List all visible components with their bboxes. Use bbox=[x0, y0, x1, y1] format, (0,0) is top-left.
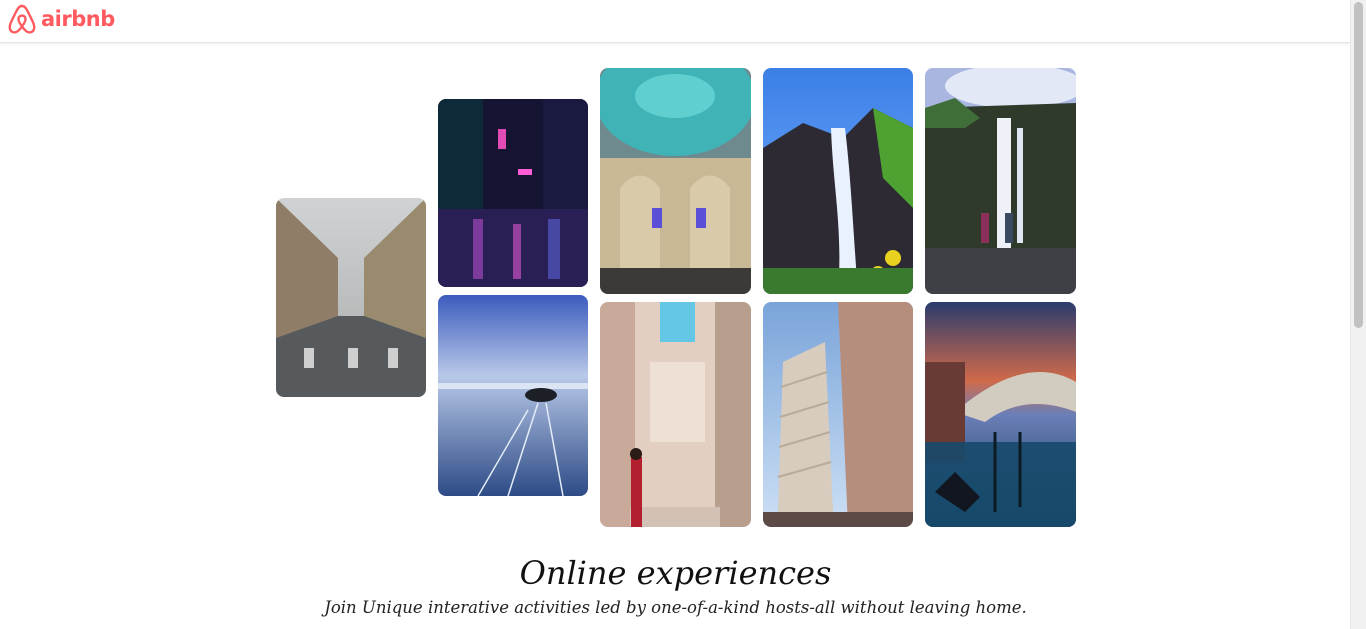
top-navbar: airbnb bbox=[0, 0, 1351, 43]
neon-rainy-street-photo[interactable] bbox=[438, 99, 588, 287]
venice-rialto-bridge-photo[interactable] bbox=[925, 302, 1076, 527]
page-title: Online experiences bbox=[519, 554, 832, 592]
scrollbar-thumb[interactable] bbox=[1354, 2, 1363, 328]
mountain-waterfall-photo[interactable] bbox=[763, 68, 913, 294]
frozen-lake-hovercraft-photo[interactable] bbox=[438, 295, 588, 496]
mosque-interior-dome-photo[interactable] bbox=[600, 68, 751, 294]
airbnb-logo-link[interactable]: airbnb bbox=[7, 3, 115, 35]
empty-city-street-photo[interactable] bbox=[276, 198, 426, 397]
italian-alley-woman-photo[interactable] bbox=[600, 302, 751, 527]
airbnb-wordmark: airbnb bbox=[41, 7, 115, 31]
leaning-tower-pisa-photo[interactable] bbox=[763, 302, 913, 527]
page-subtitle: Join Unique interative activities led by… bbox=[324, 598, 1027, 617]
airbnb-belo-icon bbox=[8, 4, 36, 34]
vertical-scrollbar[interactable] bbox=[1350, 0, 1366, 629]
waterfall-couple-photo[interactable] bbox=[925, 68, 1076, 294]
